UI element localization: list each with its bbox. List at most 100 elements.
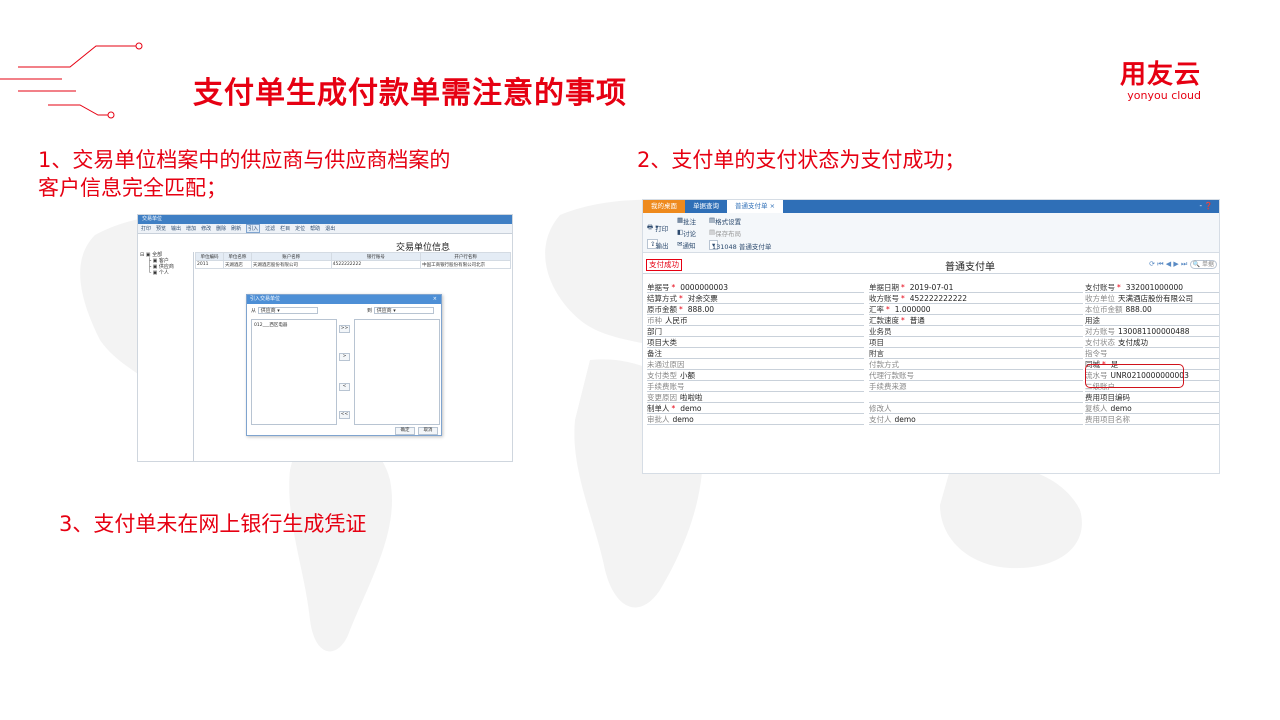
form-field[interactable]: 支付状态 支付成功: [1085, 338, 1219, 348]
discuss-button[interactable]: ◧ 讨论: [677, 228, 696, 238]
import-button[interactable]: 引入: [246, 224, 261, 233]
form-field[interactable]: 用途: [1085, 316, 1219, 326]
output-button[interactable]: ⇪ 输出: [647, 239, 668, 250]
form-field[interactable]: 项目: [869, 338, 1083, 348]
target-list[interactable]: [354, 319, 440, 425]
table-row[interactable]: 2011 天湖酒店 天湖酒店股份有限公司 4522222222 中国工商银行股份…: [195, 260, 511, 269]
exit-button[interactable]: 退出: [325, 225, 335, 232]
form-field[interactable]: 制单人 * demo: [647, 404, 864, 414]
columns-button[interactable]: 栏目: [280, 225, 290, 232]
form-field[interactable]: 单据日期 * 2019-07-01: [869, 283, 1083, 293]
last-record-icon[interactable]: ⏭: [1181, 260, 1187, 268]
form-field[interactable]: 手续费账号: [647, 382, 864, 392]
column-header[interactable]: 开户行名称: [420, 252, 511, 261]
print-button[interactable]: 🖶 打印 ▾: [647, 223, 668, 234]
form-field[interactable]: 附言: [869, 349, 1083, 359]
tab-desktop[interactable]: 我的桌面: [643, 200, 685, 213]
column-header[interactable]: 账户名称: [250, 252, 332, 261]
ok-button[interactable]: 确定: [395, 427, 415, 435]
field-label: 支付状态: [1085, 338, 1115, 347]
tab-payment-bill[interactable]: 普通支付单 ×: [727, 200, 784, 213]
form-field[interactable]: 复核人 demo: [1085, 404, 1219, 414]
tree-item-person[interactable]: └ ▣ 个人: [140, 270, 192, 276]
add-button[interactable]: 增加: [186, 225, 196, 232]
next-record-icon[interactable]: ▶: [1173, 260, 1178, 268]
form-field[interactable]: 支付类型 小额: [647, 371, 864, 381]
edit-button[interactable]: 修改: [201, 225, 211, 232]
form-field[interactable]: 指令号: [1085, 349, 1219, 359]
form-field[interactable]: 对方账号 130081100000488: [1085, 327, 1219, 337]
move-left-button[interactable]: <: [339, 383, 350, 391]
column-header[interactable]: 单位编码: [195, 252, 224, 261]
to-select[interactable]: 供应商 ▾: [373, 307, 434, 314]
field-label: 手续费账号: [647, 382, 685, 391]
form-field[interactable]: 费用项目编码: [1085, 393, 1219, 403]
form-field[interactable]: 审批人 demo: [647, 415, 864, 425]
form-field[interactable]: 支付人 demo: [869, 415, 1083, 425]
help-button[interactable]: 帮助: [310, 225, 320, 232]
output-button[interactable]: 输出: [171, 225, 181, 232]
help-icon[interactable]: ❓: [1204, 202, 1213, 210]
minimize-icon[interactable]: -: [1200, 202, 1203, 210]
template-select[interactable]: 131048 普通支付单 ▾: [709, 240, 771, 251]
close-icon[interactable]: ×: [433, 295, 437, 304]
form-field[interactable]: 代理行款账号: [869, 371, 1083, 381]
form-field[interactable]: 未通过原因: [647, 360, 864, 370]
locate-button[interactable]: 定位: [295, 225, 305, 232]
preview-button[interactable]: 预览: [156, 225, 166, 232]
tab-bill-query[interactable]: 单据查询: [685, 200, 727, 213]
tab-bar: 我的桌面 单据查询 普通支付单 × - ❓: [643, 200, 1219, 213]
form-field[interactable]: 修改人: [869, 404, 1083, 414]
column-header[interactable]: 银行账号: [330, 252, 422, 261]
prev-record-icon[interactable]: ◀: [1166, 260, 1171, 268]
splitter[interactable]: [193, 252, 194, 461]
field-value: 天满酒店股份有限公司: [1118, 294, 1193, 303]
form-field[interactable]: 付款方式: [869, 360, 1083, 370]
form-field[interactable]: 结算方式 * 对余交票: [647, 294, 864, 304]
refresh-button[interactable]: 刷新: [231, 225, 241, 232]
form-field[interactable]: 收方单位 天满酒店股份有限公司: [1085, 294, 1219, 304]
form-field[interactable]: 币种 人民币: [647, 316, 864, 326]
field-label: 支付人: [869, 415, 892, 424]
form-field[interactable]: 支付账号 * 332001000000: [1085, 283, 1219, 293]
form-field[interactable]: 收方账号 * 452222222222: [869, 294, 1083, 304]
form-field[interactable]: [869, 393, 1083, 403]
form-field[interactable]: 业务员: [869, 327, 1083, 337]
form-field[interactable]: 汇率 * 1.000000: [869, 305, 1083, 315]
approve-button[interactable]: ▦ 批注: [677, 216, 696, 226]
field-label: 修改人: [869, 404, 892, 413]
from-select[interactable]: 供应商 ▾: [257, 307, 318, 314]
move-all-left-button[interactable]: <<: [339, 411, 350, 419]
refresh-icon[interactable]: ⟳: [1149, 260, 1155, 268]
filter-button[interactable]: 过滤: [265, 225, 275, 232]
form-field[interactable]: 单据号 * 0000000003: [647, 283, 864, 293]
form-field[interactable]: 费用项目名称: [1085, 415, 1219, 425]
form-field[interactable]: 汇款速度 * 普通: [869, 316, 1083, 326]
field-label: 汇率: [869, 305, 884, 314]
search-input[interactable]: 🔍 单据: [1189, 260, 1217, 269]
close-icon[interactable]: ×: [770, 202, 775, 210]
notify-button[interactable]: ✉ 通知: [677, 240, 695, 250]
first-record-icon[interactable]: ⏮: [1157, 260, 1163, 268]
format-settings-button[interactable]: ▤ 格式设置: [709, 216, 741, 226]
source-list[interactable]: 012___西区电器: [251, 319, 337, 425]
cell-code: 2011: [195, 260, 224, 269]
form-field[interactable]: 原币金额 * 888.00: [647, 305, 864, 315]
print-button[interactable]: 打印: [141, 225, 151, 232]
move-all-right-button[interactable]: >>: [339, 325, 350, 333]
save-layout-button[interactable]: ▤ 保存布局: [709, 228, 741, 238]
cancel-button[interactable]: 取消: [418, 427, 438, 435]
required-marker: *: [679, 294, 683, 303]
form-field[interactable]: 项目大类: [647, 338, 864, 348]
form-field[interactable]: 变更原因 啦啦啦: [647, 393, 864, 403]
move-right-button[interactable]: >: [339, 353, 350, 361]
form-field[interactable]: 本位币金额 888.00: [1085, 305, 1219, 315]
form-field[interactable]: 备注: [647, 349, 864, 359]
dialog-title: 引入交易单位: [250, 296, 281, 302]
field-label: 附言: [869, 349, 884, 358]
delete-button[interactable]: 删除: [216, 225, 226, 232]
column-header[interactable]: 单位名称: [222, 252, 252, 261]
list-item[interactable]: 012___西区电器: [252, 320, 336, 330]
form-field[interactable]: 手续费来源: [869, 382, 1083, 392]
form-field[interactable]: 部门: [647, 327, 864, 337]
